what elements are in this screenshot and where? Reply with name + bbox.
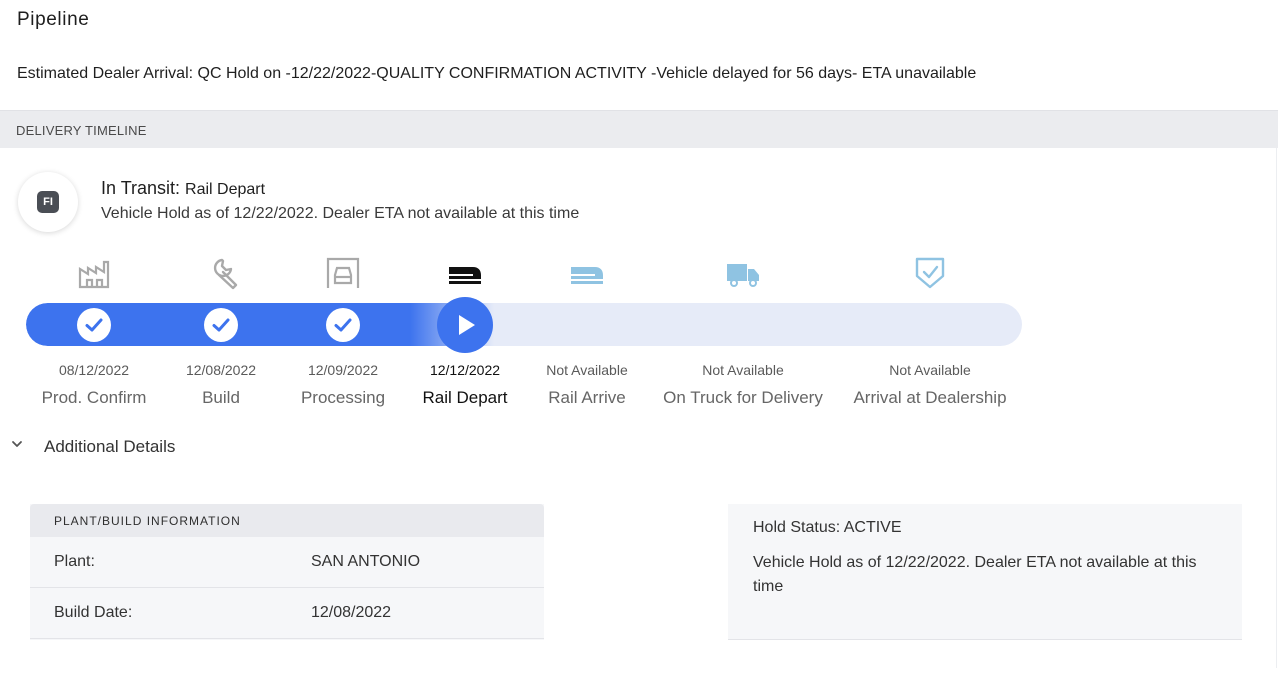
step-complete-icon <box>77 308 111 342</box>
rail-car-icon <box>449 267 481 284</box>
timeline-step-rail-arrive: Not Available Rail Arrive <box>497 250 677 420</box>
plant-card-header: PLANT/BUILD INFORMATION <box>30 504 544 537</box>
wrench-icon <box>213 258 238 290</box>
truck-icon <box>727 264 759 287</box>
hold-status-card: Hold Status: ACTIVE Vehicle Hold as of 1… <box>728 504 1242 640</box>
step-complete-icon <box>326 308 360 342</box>
fi-badge-icon: FI <box>37 191 59 213</box>
step-date: Not Available <box>546 362 628 378</box>
vehicle-processing-icon <box>326 257 360 288</box>
step-label: Arrival at Dealership <box>853 388 1007 407</box>
plant-build-card: PLANT/BUILD INFORMATION Plant: SAN ANTON… <box>30 504 544 640</box>
current-step-play-icon <box>437 297 493 353</box>
status-message: Vehicle Hold as of 12/22/2022. Dealer ET… <box>101 205 580 222</box>
factory-icon <box>78 260 110 289</box>
chevron-down-icon[interactable] <box>10 435 24 455</box>
plant-row: Plant: SAN ANTONIO <box>30 537 544 588</box>
rail-car-icon <box>571 267 603 284</box>
step-label: Rail Arrive <box>548 388 626 407</box>
plant-key: Plant: <box>54 553 95 570</box>
hold-message: Vehicle Hold as of 12/22/2022. Dealer ET… <box>753 554 1197 595</box>
step-date: Not Available <box>889 362 971 378</box>
plant-card-title: PLANT/BUILD INFORMATION <box>54 514 241 528</box>
step-complete-icon <box>204 308 238 342</box>
build-date-value: 12/08/2022 <box>311 604 392 621</box>
hold-status: Hold Status: ACTIVE <box>753 519 902 536</box>
shield-check-icon <box>915 257 945 289</box>
step-date: Not Available <box>702 362 784 378</box>
step-label: On Truck for Delivery <box>663 388 823 407</box>
build-date-row: Build Date: 12/08/2022 <box>30 588 544 639</box>
estimated-dealer-arrival: Estimated Dealer Arrival: QC Hold on -12… <box>17 65 977 82</box>
build-date-key: Build Date: <box>54 604 133 621</box>
page-title: Pipeline <box>17 9 90 30</box>
status-stage: Rail Depart <box>185 181 266 198</box>
section-title: DELIVERY TIMELINE <box>16 123 147 138</box>
timeline-step-on-truck: Not Available On Truck for Delivery <box>653 250 833 420</box>
transit-status-title: In Transit: Rail Depart <box>101 178 265 199</box>
divider <box>1276 148 1277 668</box>
delivery-timeline-header: DELIVERY TIMELINE <box>0 110 1278 148</box>
status-badge: FI <box>18 172 78 232</box>
status-prefix: In Transit: <box>101 178 181 198</box>
plant-value: SAN ANTONIO <box>311 553 421 570</box>
timeline-step-arrival-dealership: Not Available Arrival at Dealership <box>840 250 1020 420</box>
additional-details-label[interactable]: Additional Details <box>44 437 175 457</box>
